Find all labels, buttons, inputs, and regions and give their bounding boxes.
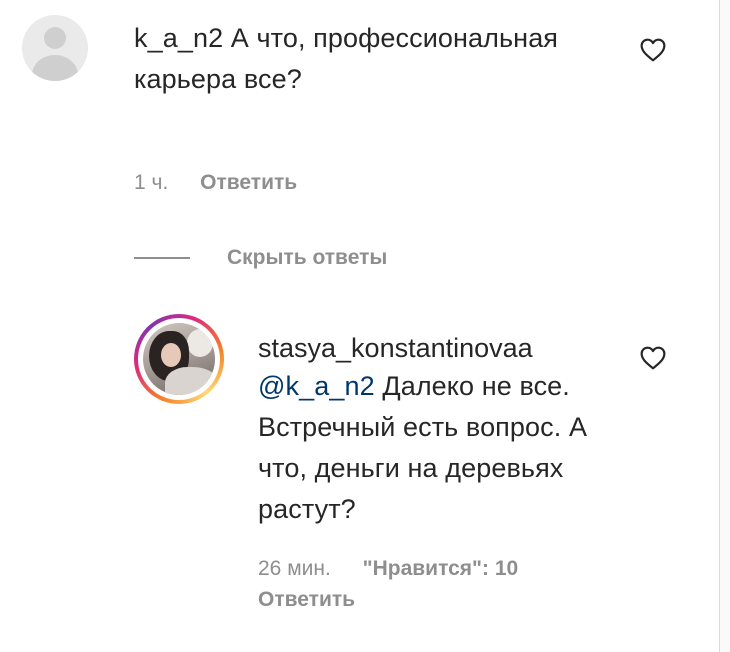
comment-1-time[interactable]: 1 ч. [134, 171, 168, 194]
comment-1-reply-button[interactable]: Ответить [200, 171, 297, 194]
photo-background-light [187, 329, 213, 357]
avatar-body-shape [32, 55, 78, 81]
comment-2-mention[interactable]: @k_a_n2 [258, 371, 375, 401]
comment-1-meta: 1 ч. Ответить [134, 170, 297, 196]
avatar-head-shape [44, 27, 66, 49]
photo-shoulder [165, 367, 215, 395]
comment-2-meta: 26 мин. "Нравится": 10 [258, 556, 588, 582]
divider-line [134, 257, 190, 259]
comment-1-body: k_a_n2 А что, профессиональная карьера в… [134, 18, 604, 100]
avatar-photo [143, 323, 215, 395]
default-avatar-icon[interactable] [22, 15, 88, 81]
comment-2-username[interactable]: stasya_konstantinovaa [258, 330, 533, 366]
comment-2-body: @k_a_n2 Далеко не все. Встречный есть во… [258, 366, 628, 530]
hide-replies-label: Скрыть ответы [227, 246, 388, 269]
comment-2-time[interactable]: 26 мин. [258, 557, 331, 580]
comment-2-likes[interactable]: "Нравится": 10 [363, 557, 519, 580]
comments-thread: k_a_n2 А что, профессиональная карьера в… [0, 0, 730, 652]
avatar[interactable] [134, 314, 224, 404]
comment-1-username[interactable]: k_a_n2 [134, 23, 223, 53]
hide-replies-button[interactable]: Скрыть ответы [134, 244, 387, 272]
photo-face [161, 343, 181, 367]
heart-outline-icon[interactable] [640, 346, 666, 370]
comment-2-reply-button[interactable]: Ответить [258, 587, 355, 613]
panel-edge [719, 0, 730, 652]
heart-outline-icon[interactable] [640, 38, 666, 62]
